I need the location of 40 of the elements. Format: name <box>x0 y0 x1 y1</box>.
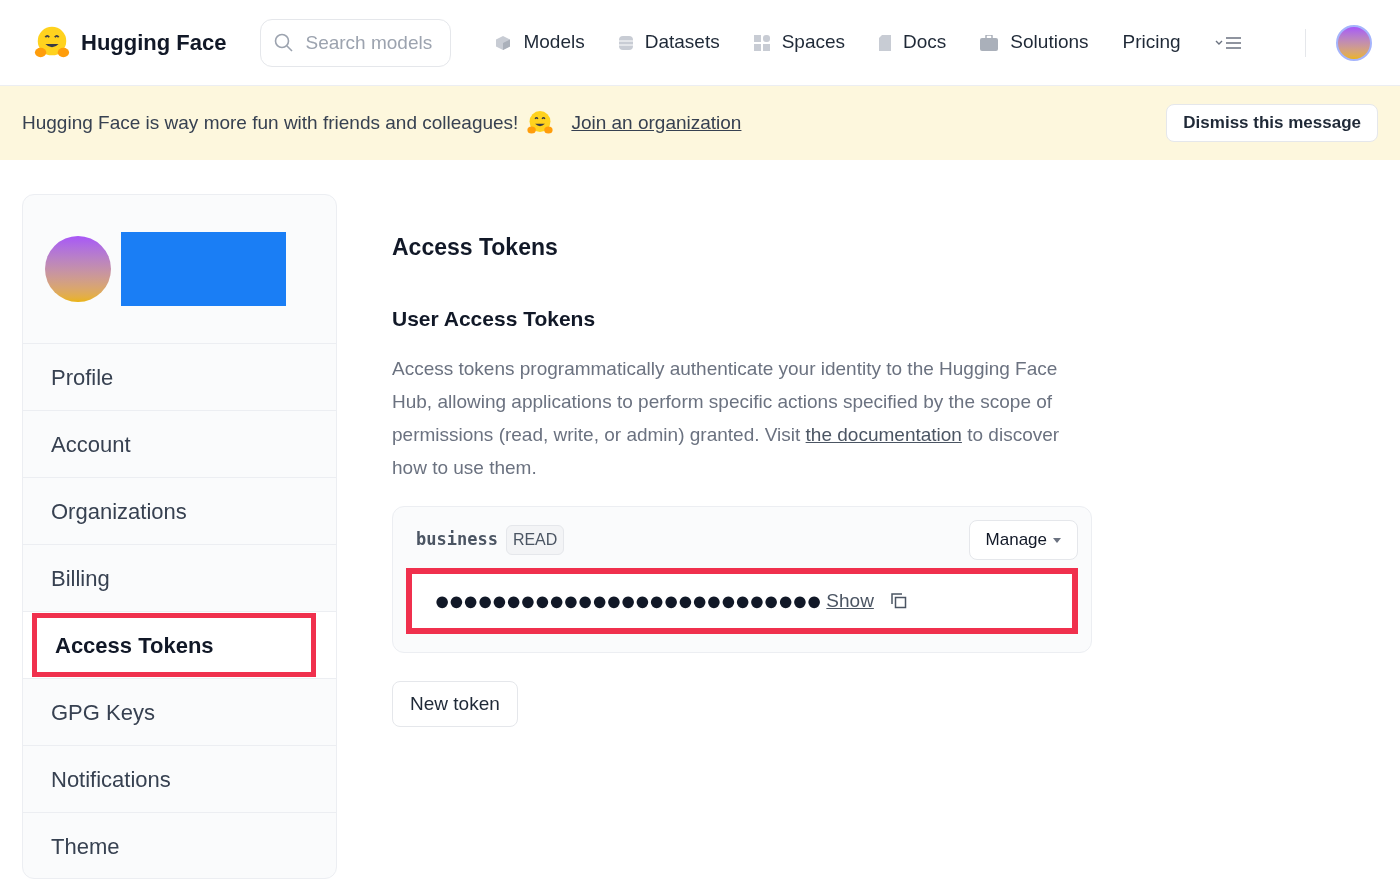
sidebar-item[interactable]: Theme <box>23 814 336 878</box>
cube-icon <box>495 34 512 51</box>
document-icon <box>879 34 892 51</box>
menu-chevron-icon[interactable] <box>1214 35 1243 50</box>
dismiss-button[interactable]: Dismiss this message <box>1166 104 1378 142</box>
sidebar-item[interactable]: Profile <box>23 345 336 409</box>
join-link[interactable]: Join an organization <box>571 108 742 138</box>
briefcase-icon <box>980 34 999 51</box>
section-title: User Access Tokens <box>392 305 597 332</box>
nav-link[interactable]: Solutions <box>980 28 1089 57</box>
nav-link[interactable]: Spaces <box>753 28 846 57</box>
grid-icon <box>753 34 770 51</box>
role-tag: READ <box>505 525 565 555</box>
sidebar-item[interactable]: Billing <box>23 546 336 610</box>
search-icon <box>274 32 295 53</box>
nav-link[interactable]: Docs <box>879 28 947 57</box>
description: Access tokens programmatically authenticate your identity to the Hugging Face Hub, allowing applications to perform specific actions specified by the scope of permissions (read, write, or admin) granted. Visit the documentation to discover how to use them. <box>392 357 1061 480</box>
show-link[interactable]: Show <box>826 586 874 616</box>
nav-link[interactable]: Datasets <box>618 28 720 57</box>
token-field[interactable]: ●●●●●●●●●●●●●●●●●●●●●●●●●●● Show <box>406 568 1078 634</box>
search-field[interactable]: Search models <box>260 18 452 67</box>
masked-token: ●●●●●●●●●●●●●●●●●●●●●●●●●●● <box>434 584 821 618</box>
nav-link[interactable]: Pricing <box>1122 28 1181 57</box>
caret-icon <box>1053 537 1061 543</box>
brand-name[interactable]: Hugging Face <box>81 26 227 59</box>
sidebar-item[interactable]: Notifications <box>23 747 336 811</box>
database-icon <box>618 34 633 51</box>
token-name: business <box>416 528 498 552</box>
sidebar-item[interactable]: Account <box>23 412 336 476</box>
copy-icon[interactable] <box>889 592 908 610</box>
documentation-link[interactable]: the documentation <box>805 424 962 445</box>
new-token-button[interactable]: New token <box>392 681 518 727</box>
sidebar-item[interactable]: Access Tokens <box>32 613 316 677</box>
page-title: Access Tokens <box>392 233 559 262</box>
nav-link[interactable]: Models <box>495 28 585 57</box>
sidebar-item[interactable]: Organizations <box>23 479 336 543</box>
sidebar-item[interactable]: GPG Keys <box>23 680 336 744</box>
avatar[interactable] <box>1336 24 1372 61</box>
banner-text: Hugging Face is way more fun with friends and colleagues! <box>22 110 519 135</box>
manage-button[interactable]: Manage <box>968 520 1078 560</box>
